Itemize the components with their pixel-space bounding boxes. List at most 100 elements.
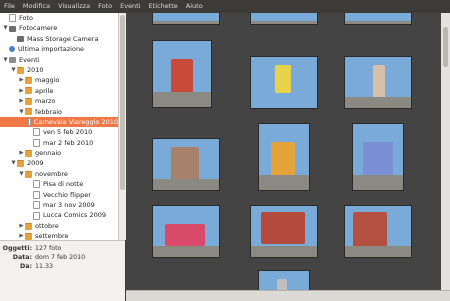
tree-item-label: Eventi — [19, 55, 40, 64]
event-icon — [33, 180, 40, 189]
tree-item-label: Vecchio flipper — [43, 190, 91, 199]
folder-icon — [17, 66, 24, 74]
tree-item-label: Mass Storage Camera — [27, 34, 99, 43]
expander-collapsed-icon[interactable]: ▶ — [18, 231, 25, 240]
expander-collapsed-icon[interactable]: ▶ — [18, 75, 25, 85]
event-icon — [33, 190, 40, 199]
event-icon — [33, 138, 40, 147]
from-label: Da: — [20, 263, 32, 270]
tree-item[interactable]: Carnevale Viareggio 2010 — [0, 116, 118, 128]
expander-expanded-icon[interactable]: ▼ — [18, 107, 25, 117]
tree-item-label: Fotocamere — [19, 24, 58, 33]
tree-item[interactable]: ▶ ottobre — [0, 221, 118, 231]
tree-item-label: mar 3 nov 2009 — [43, 201, 95, 210]
photo-thumbnail[interactable] — [344, 56, 412, 109]
tree-item[interactable]: ▼ Eventi — [0, 55, 118, 65]
tree-item-label: 2009 — [27, 159, 44, 168]
tree-item[interactable]: ▼ novembre — [0, 169, 118, 179]
photo-thumbnail[interactable] — [258, 123, 310, 191]
expander-expanded-icon[interactable]: ▼ — [10, 65, 17, 75]
menu-item-visualizza[interactable]: Visualizza — [54, 0, 94, 13]
tree-item-label: Carnevale Viareggio 2010 — [33, 117, 118, 126]
photo-grid-scrollbar[interactable] — [441, 13, 450, 290]
tree-item[interactable]: ven 5 feb 2010 — [0, 127, 118, 137]
event-icon — [33, 201, 40, 210]
folder-icon — [17, 160, 24, 168]
menu-item-foto[interactable]: Foto — [94, 0, 116, 13]
photo-grid-scrollbar-thumb[interactable] — [443, 27, 448, 67]
tree-item[interactable]: mar 3 nov 2009 — [0, 200, 118, 210]
photo-thumbnail[interactable] — [152, 40, 212, 108]
expander-collapsed-icon[interactable]: ▶ — [18, 86, 25, 96]
tree-item-label: Ultima importazione — [18, 45, 85, 54]
photo-thumbnail[interactable] — [344, 205, 412, 258]
menu-item-etichette[interactable]: Etichette — [145, 0, 182, 13]
tree-item[interactable]: Mass Storage Camera — [0, 34, 118, 44]
photo-thumbnail[interactable] — [250, 56, 318, 109]
folder-icon — [25, 232, 32, 240]
photo-thumbnail[interactable] — [152, 138, 220, 191]
tree-item[interactable]: Ultima importazione — [0, 44, 118, 54]
photo-thumbnail[interactable] — [250, 205, 318, 258]
expander-collapsed-icon[interactable]: ▶ — [18, 96, 25, 106]
tree-item[interactable]: mar 2 feb 2010 — [0, 138, 118, 148]
photo-thumbnail[interactable] — [152, 205, 220, 258]
bottom-toolbar — [126, 290, 450, 301]
tree-item-label: mar 2 feb 2010 — [43, 138, 94, 147]
objects-label: Oggetti: — [2, 245, 32, 252]
photo-grid — [126, 13, 441, 290]
tree-item[interactable]: Vecchio flipper — [0, 190, 118, 200]
expander-expanded-icon[interactable]: ▼ — [18, 169, 25, 179]
expander-expanded-icon[interactable]: ▼ — [2, 23, 9, 33]
photo-thumbnail[interactable] — [352, 123, 404, 191]
tree-item-label: maggio — [35, 76, 60, 85]
tree-item-label: 2010 — [27, 65, 44, 74]
folder-icon — [25, 222, 32, 230]
date-value: dom 7 feb 2010 — [35, 254, 86, 261]
tree-item[interactable]: ▼ 2010 — [0, 65, 118, 75]
event-icon — [27, 118, 31, 127]
sidebar-tree[interactable]: Foto ▼ Fotocamere Mass Storage Camera Ultima… — [0, 13, 118, 240]
menu-bar: File Modifica Visualizza Foto Eventi Etichett… — [0, 0, 450, 13]
tree-item[interactable]: ▶ marzo — [0, 96, 118, 106]
folder-icon — [25, 170, 32, 178]
expander-collapsed-icon[interactable]: ▶ — [18, 221, 25, 231]
expander-collapsed-icon[interactable]: ▶ — [18, 148, 25, 158]
tree-item[interactable]: ▶ aprile — [0, 86, 118, 96]
sidebar-scrollbar-thumb[interactable] — [120, 15, 125, 190]
folder-icon — [25, 87, 32, 95]
tree-item[interactable]: ▼ 2009 — [0, 158, 118, 168]
expander-expanded-icon[interactable]: ▼ — [10, 158, 17, 168]
expander-expanded-icon[interactable]: ▼ — [2, 55, 9, 65]
tree-item[interactable]: ▼ febbraio — [0, 107, 118, 117]
folder-icon — [25, 97, 32, 105]
photo-thumbnail[interactable] — [258, 270, 310, 290]
menu-item-eventi[interactable]: Eventi — [116, 0, 144, 13]
folder-icon — [25, 108, 32, 116]
menu-item-file[interactable]: File — [0, 0, 19, 13]
tree-item-label: ven 5 feb 2010 — [43, 128, 93, 137]
tree-item[interactable]: Foto — [0, 13, 118, 23]
photo-thumbnail[interactable] — [344, 13, 412, 25]
tree-item-label: gennaio — [35, 149, 62, 158]
tree-item-label: marzo — [35, 97, 56, 106]
from-value: 11.33 — [35, 263, 54, 270]
folder-icon — [25, 77, 32, 85]
tree-item[interactable]: Lucca Comics 2009 — [0, 210, 118, 220]
tree-item[interactable]: ▶ settembre — [0, 231, 118, 240]
camera-icon — [17, 35, 24, 42]
tree-item[interactable]: ▶ gennaio — [0, 148, 118, 158]
sidebar-scrollbar[interactable] — [118, 13, 126, 240]
menu-item-aiuto[interactable]: Aiuto — [182, 0, 207, 13]
tree-item[interactable]: ▶ maggio — [0, 75, 118, 85]
tree-item-label: novembre — [35, 169, 68, 178]
photo-thumbnail[interactable] — [152, 13, 220, 25]
tree-item-label: settembre — [35, 232, 69, 240]
tree-item[interactable]: ▼ Fotocamere — [0, 23, 118, 33]
tree-item-label: febbraio — [35, 107, 62, 116]
tree-item[interactable]: Pisa di notte — [0, 179, 118, 189]
tree-item-label: aprile — [35, 86, 54, 95]
folder-icon — [25, 149, 32, 157]
menu-item-modifica[interactable]: Modifica — [19, 0, 54, 13]
photo-thumbnail[interactable] — [250, 13, 318, 25]
